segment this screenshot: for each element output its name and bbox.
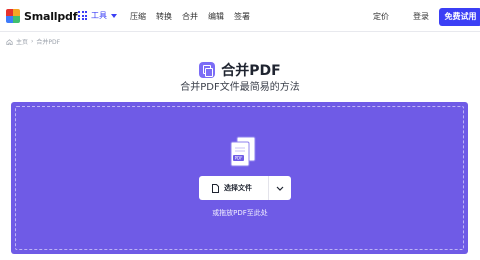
choose-file-label: 选择文件 bbox=[224, 184, 252, 192]
breadcrumb-home[interactable]: 主页 bbox=[16, 37, 28, 46]
choose-file-button-group: 选择文件 bbox=[199, 176, 291, 200]
merge-pdf-icon bbox=[199, 62, 216, 78]
chevron-down-icon bbox=[111, 13, 117, 18]
smallpdf-logo-icon bbox=[6, 9, 20, 23]
breadcrumb-current: 合并PDF bbox=[36, 39, 61, 46]
file-upload-icon bbox=[212, 183, 219, 193]
home-icon bbox=[6, 38, 13, 45]
tools-label: 工具 bbox=[91, 11, 107, 20]
page-title: 合并PDF bbox=[221, 63, 281, 79]
tools-menu-button[interactable]: 工具 bbox=[78, 10, 117, 21]
nav-sign[interactable]: 签署 bbox=[234, 12, 250, 22]
grid-icon bbox=[78, 11, 87, 20]
chevron-down-icon bbox=[276, 186, 284, 191]
breadcrumb: 主页 › 合并PDF bbox=[6, 37, 60, 46]
upload-source-dropdown-button[interactable] bbox=[269, 176, 291, 200]
pricing-link[interactable]: 定价 bbox=[373, 12, 389, 22]
page-title-row: 合并PDF bbox=[0, 60, 480, 80]
breadcrumb-separator: › bbox=[31, 38, 34, 45]
smallpdf-logo[interactable]: Smallpdf bbox=[6, 9, 77, 23]
login-link[interactable]: 登录 bbox=[413, 12, 429, 22]
page-subtitle: 合并PDF文件最简易的方法 bbox=[180, 82, 300, 93]
nav-merge[interactable]: 合并 bbox=[182, 12, 198, 22]
nav-compress[interactable]: 压缩 bbox=[130, 12, 146, 22]
main-nav: 压缩 转换 合并 编辑 签署 bbox=[130, 12, 250, 22]
pdf-files-icon: PDF bbox=[230, 136, 256, 167]
logo-text: Smallpdf bbox=[24, 9, 78, 23]
top-navbar: Smallpdf 工具 压缩 转换 合并 编辑 签署 定价 登录 免费试用 bbox=[0, 0, 480, 32]
pdf-icon-label: PDF bbox=[235, 156, 243, 161]
free-trial-button[interactable]: 免费试用 bbox=[439, 8, 480, 26]
drop-hint-text: 或拖放PDF至此处 bbox=[212, 209, 268, 217]
nav-edit[interactable]: 编辑 bbox=[208, 12, 224, 22]
nav-convert[interactable]: 转换 bbox=[156, 12, 172, 22]
choose-file-button[interactable]: 选择文件 bbox=[199, 176, 269, 200]
